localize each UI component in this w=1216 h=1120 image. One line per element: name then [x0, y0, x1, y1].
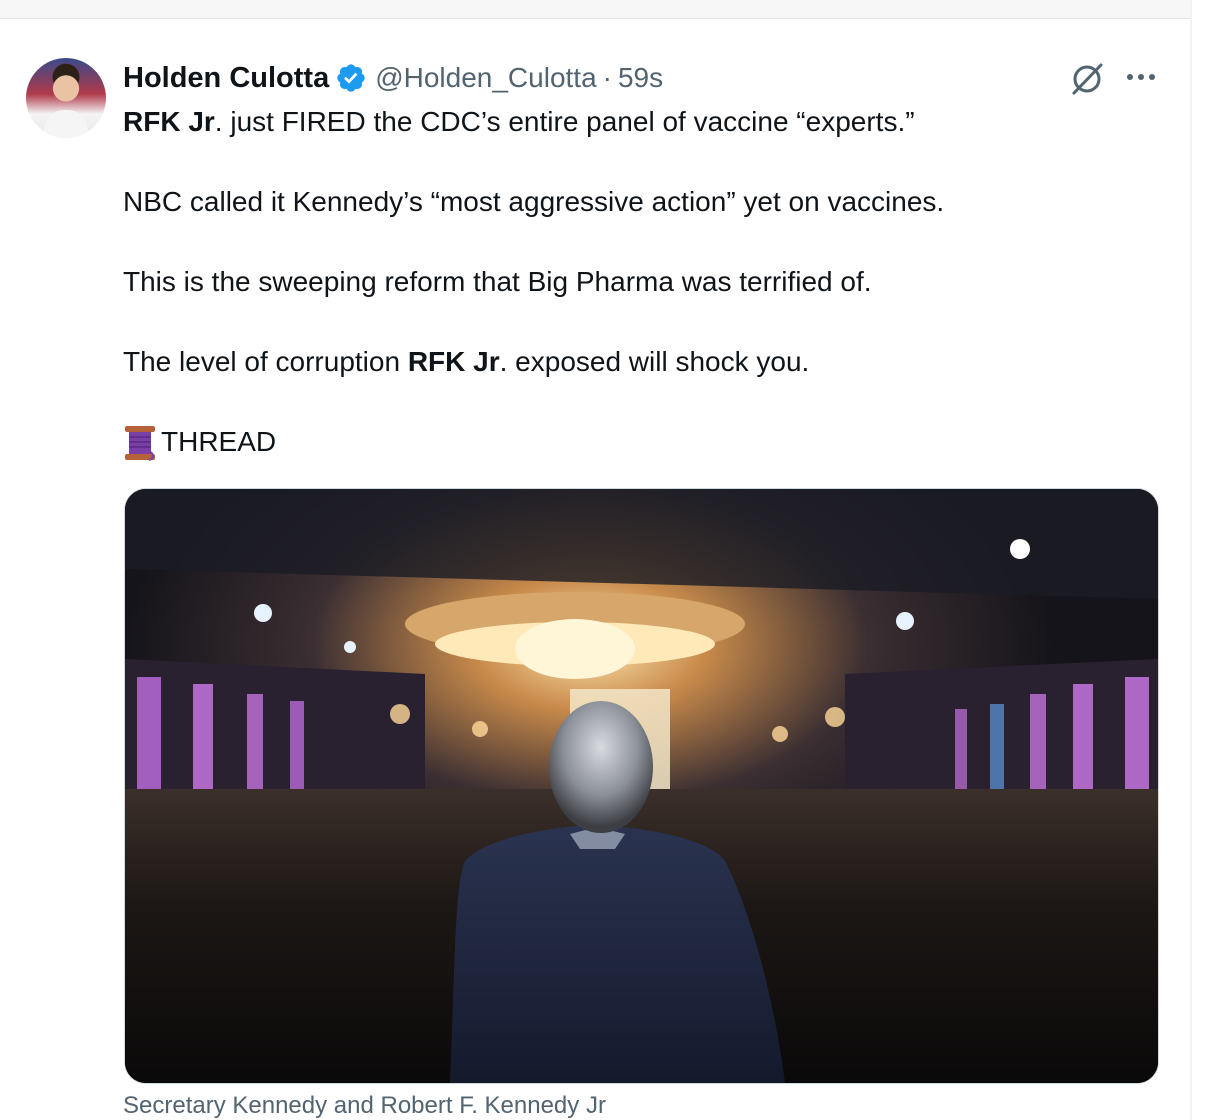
author-name[interactable]: Holden Culotta — [123, 62, 329, 95]
verified-badge-icon[interactable] — [335, 62, 367, 94]
top-bar — [0, 0, 1190, 19]
avatar[interactable] — [26, 58, 106, 138]
paragraph-4-pre: The level of corruption — [123, 346, 408, 377]
more-options-icon[interactable] — [1124, 62, 1158, 92]
media-caption: Secretary Kennedy and Robert F. Kennedy … — [123, 1092, 606, 1119]
tweet-header: Holden Culotta @Holden_Culotta · 59s — [123, 58, 663, 98]
spool-of-thread-icon — [125, 426, 155, 461]
paragraph-1-rest: . just FIRED the CDC’s entire panel of v… — [214, 106, 915, 137]
timeline-border — [1190, 0, 1192, 1120]
paragraph-4-post: . exposed will shock you. — [499, 346, 810, 377]
mention-rfk: RFK Jr — [123, 106, 215, 137]
mention-rfk-2: RFK Jr — [407, 346, 500, 377]
tweet-paragraph-3: This is the sweeping reform that Big Pha… — [123, 266, 872, 297]
tweet-paragraph-2: NBC called it Kennedy’s “most aggressive… — [123, 186, 945, 217]
thread-label: THREAD — [161, 426, 277, 457]
tweet-paragraph-4: The level of corruption RFK Jr. exposed … — [123, 342, 1173, 382]
author-handle[interactable]: @Holden_Culotta — [375, 62, 596, 94]
tweet-paragraph-1: RFK Jr. just FIRED the CDC’s entire pane… — [123, 102, 1173, 142]
grok-icon[interactable] — [1068, 60, 1106, 98]
event-hall-photo — [125, 489, 1158, 1083]
tweet-text: RFK Jr. just FIRED the CDC’s entire pane… — [123, 102, 1173, 462]
tweet-image[interactable] — [124, 488, 1159, 1084]
avatar-shirt — [44, 110, 88, 138]
meta-separator: · — [602, 62, 612, 93]
timestamp[interactable]: 59s — [618, 62, 663, 94]
thread-line: THREAD — [123, 422, 1173, 462]
